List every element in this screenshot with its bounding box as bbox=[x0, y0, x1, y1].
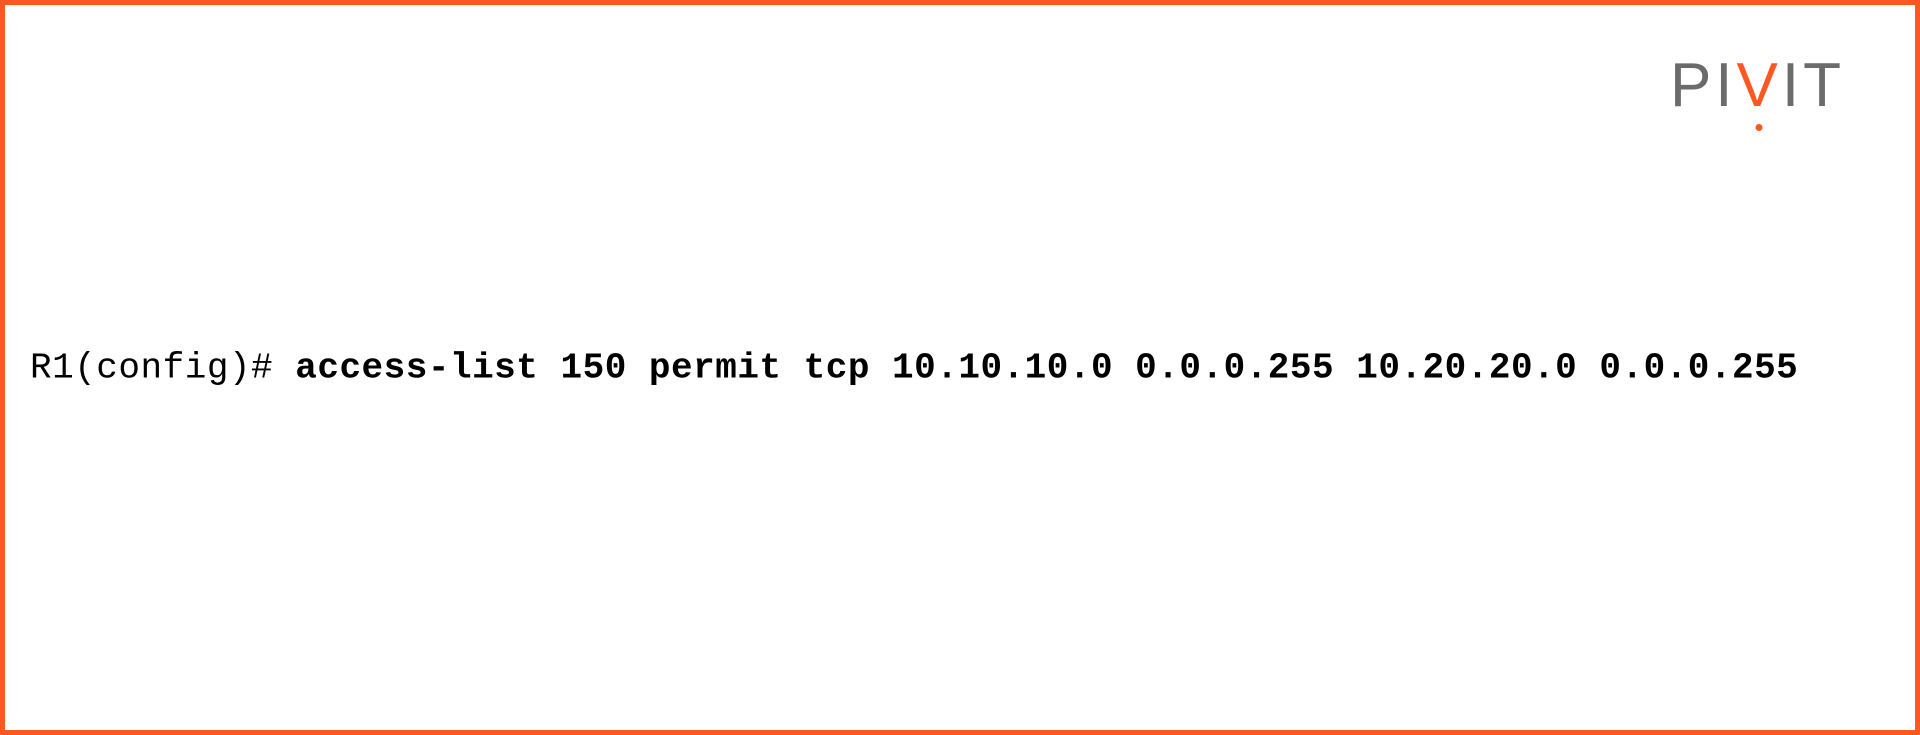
terminal-command: access-list 150 permit tcp 10.10.10.0 0.… bbox=[295, 347, 1798, 388]
terminal-prompt: R1(config)# bbox=[30, 347, 295, 388]
logo-v-wrapper: V bbox=[1737, 55, 1782, 117]
logo-text-pi: PI bbox=[1670, 55, 1737, 117]
terminal-line: R1(config)# access-list 150 permit tcp 1… bbox=[30, 347, 1798, 388]
brand-logo: PIVIT bbox=[1670, 55, 1845, 117]
logo-text-v: V bbox=[1737, 51, 1782, 120]
logo-dot-icon bbox=[1756, 124, 1763, 131]
logo-text-it: IT bbox=[1782, 55, 1845, 117]
